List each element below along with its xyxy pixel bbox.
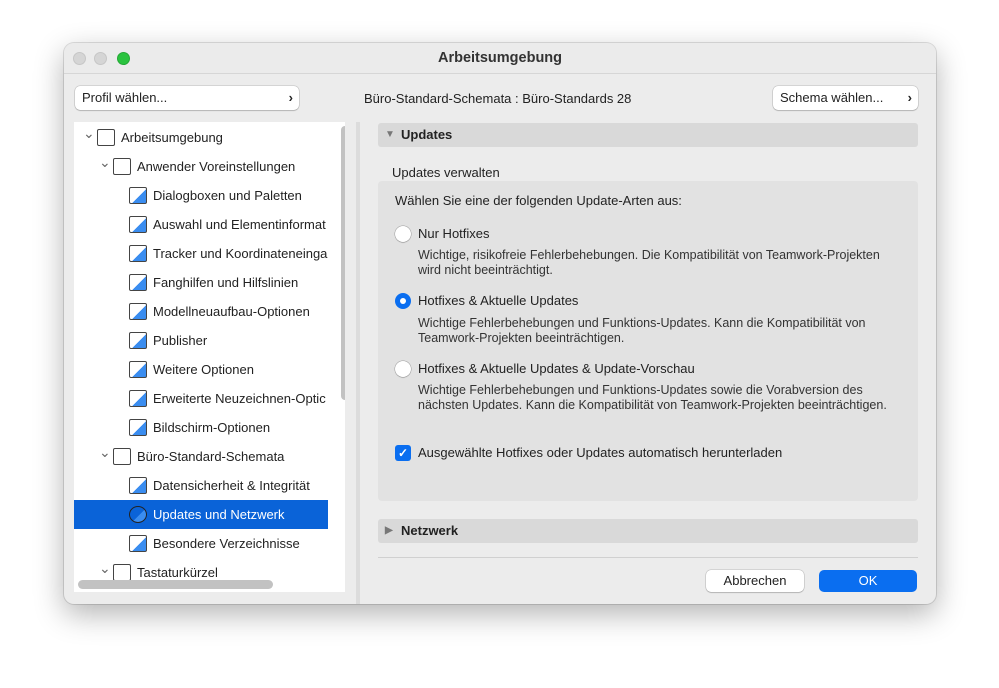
network-header-label: Netzwerk [401,523,459,538]
settings-tree[interactable]: ⌄ Tastaturkürzel Besondere Verzeichnisse Up… [74,122,345,592]
tree-item[interactable]: Modellneuaufbau-Optionen [74,297,328,326]
radio-hotfixes-updates-preview[interactable] [395,361,411,377]
tree-item[interactable]: ⌄ Arbeitsumgebung [74,123,328,152]
option-description: Wichtige, risikofreie Fehlerbehebungen. … [418,248,880,277]
settings-icon [129,216,147,233]
tree-item-label: Fanghilfen und Hilfslinien [153,275,299,290]
scheme-button-label: Schema wählen... [780,90,884,105]
tree-item[interactable]: Updates und Netzwerk [74,500,328,529]
tree-item-label: Bildschirm-Optionen [153,420,271,435]
tree-item[interactable]: Fanghilfen und Hilfslinien [74,268,328,297]
settings-icon [129,535,147,552]
tree-item-label: Anwender Voreinstellungen [137,159,296,174]
settings-icon [97,129,115,146]
scheme-label: Büro-Standard-Schemata : [364,91,519,106]
settings-icon [129,332,147,349]
option-description: Wichtige Fehlerbehebungen und Funktions-… [418,316,866,345]
settings-icon [129,303,147,320]
tree-item[interactable]: Datensicherheit & Integrität [74,471,328,500]
tree-item-label: Besondere Verzeichnisse [153,536,300,551]
chevron-right-icon: › [288,90,293,105]
vertical-scrollbar[interactable] [341,126,345,400]
tree-item-label: Büro-Standard-Schemata [137,449,285,464]
tree-item[interactable]: Bildschirm-Optionen [74,413,328,442]
settings-icon [129,390,147,407]
updates-group: Wählen Sie eine der folgenden Update-Art… [378,181,918,501]
tree-item[interactable]: Tracker und Koordinateneinga [74,239,328,268]
splitter[interactable] [356,122,360,604]
tree-item[interactable]: Dialogboxen und Paletten [74,181,328,210]
scheme-info: Büro-Standard-Schemata : Büro-Standards … [364,91,631,106]
profile-button-label: Profil wählen... [82,90,168,105]
tree-item[interactable]: ⌄ Büro-Standard-Schemata [74,442,328,471]
settings-icon [129,274,147,291]
option-label: Hotfixes & Aktuelle Updates & Update-Vor… [418,361,695,376]
scheme-select-button[interactable]: Schema wählen... › [773,86,918,110]
triangle-right-icon: ▶ [385,525,393,536]
settings-icon [129,361,147,378]
tree-item[interactable]: Besondere Verzeichnisse [74,529,328,558]
tree-item[interactable]: Weitere Optionen [74,355,328,384]
option-description: Wichtige Fehlerbehebungen und Funktions-… [418,383,887,412]
option-label: Hotfixes & Aktuelle Updates [418,293,579,308]
scheme-value: Büro-Standards 28 [522,91,632,106]
tree-item-label: Weitere Optionen [153,362,254,377]
tree-item-label: Dialogboxen und Paletten [153,188,302,203]
radio-hotfixes-only[interactable] [395,226,411,242]
tree-item-label: Tracker und Koordinateneinga [153,246,328,261]
auto-download-checkbox[interactable]: ✓ [395,445,411,461]
chevron-right-icon: › [907,90,912,105]
settings-icon [129,477,147,494]
divider [378,557,918,558]
tree-item-label: Publisher [153,333,208,348]
horizontal-scrollbar[interactable] [78,580,273,589]
settings-icon [113,448,131,465]
tree-item-label: Arbeitsumgebung [121,130,223,145]
radio-hotfixes-updates[interactable] [395,293,411,309]
settings-icon [129,187,147,204]
preferences-window: Arbeitsumgebung Profil wählen... › Büro-… [64,43,936,604]
tree-item-label: Updates und Netzwerk [153,507,285,522]
settings-icon [129,419,147,436]
settings-icon [113,564,131,581]
settings-icon [129,245,147,262]
updates-section-header[interactable]: ▼ Updates [378,123,918,147]
title-bar: Arbeitsumgebung [64,43,936,74]
tree-item-label: Modellneuaufbau-Optionen [153,304,310,319]
tree-item-label: Erweiterte Neuzeichnen-Optic [153,391,326,406]
network-section-header[interactable]: ▶ Netzwerk [378,519,918,543]
tree-item[interactable]: Erweiterte Neuzeichnen-Optic [74,384,328,413]
ok-button[interactable]: OK [819,570,917,592]
group-label: Updates verwalten [392,165,500,180]
chevron-down-icon[interactable]: ⌄ [83,123,95,148]
tree-item[interactable]: Auswahl und Elementinformat [74,210,328,239]
profile-select-button[interactable]: Profil wählen... › [75,86,299,110]
window-title: Arbeitsumgebung [437,50,563,66]
settings-icon [113,158,131,175]
tree-item[interactable]: Publisher [74,326,328,355]
tree-item[interactable]: ⌄ Anwender Voreinstellungen [74,152,328,181]
triangle-down-icon: ▼ [385,129,395,140]
prompt-text: Wählen Sie eine der folgenden Update-Art… [395,193,682,208]
updates-header-label: Updates [401,127,453,142]
tree-item-label: Auswahl und Elementinformat [153,217,326,232]
option-label: Nur Hotfixes [418,226,490,241]
globe-icon [129,506,147,523]
auto-download-label: Ausgewählte Hotfixes oder Updates automa… [418,445,783,460]
chevron-down-icon[interactable]: ⌄ [99,442,111,467]
chevron-down-icon[interactable]: ⌄ [99,152,111,177]
tree-item-label: Datensicherheit & Integrität [153,478,310,493]
cancel-button[interactable]: Abbrechen [706,570,804,592]
